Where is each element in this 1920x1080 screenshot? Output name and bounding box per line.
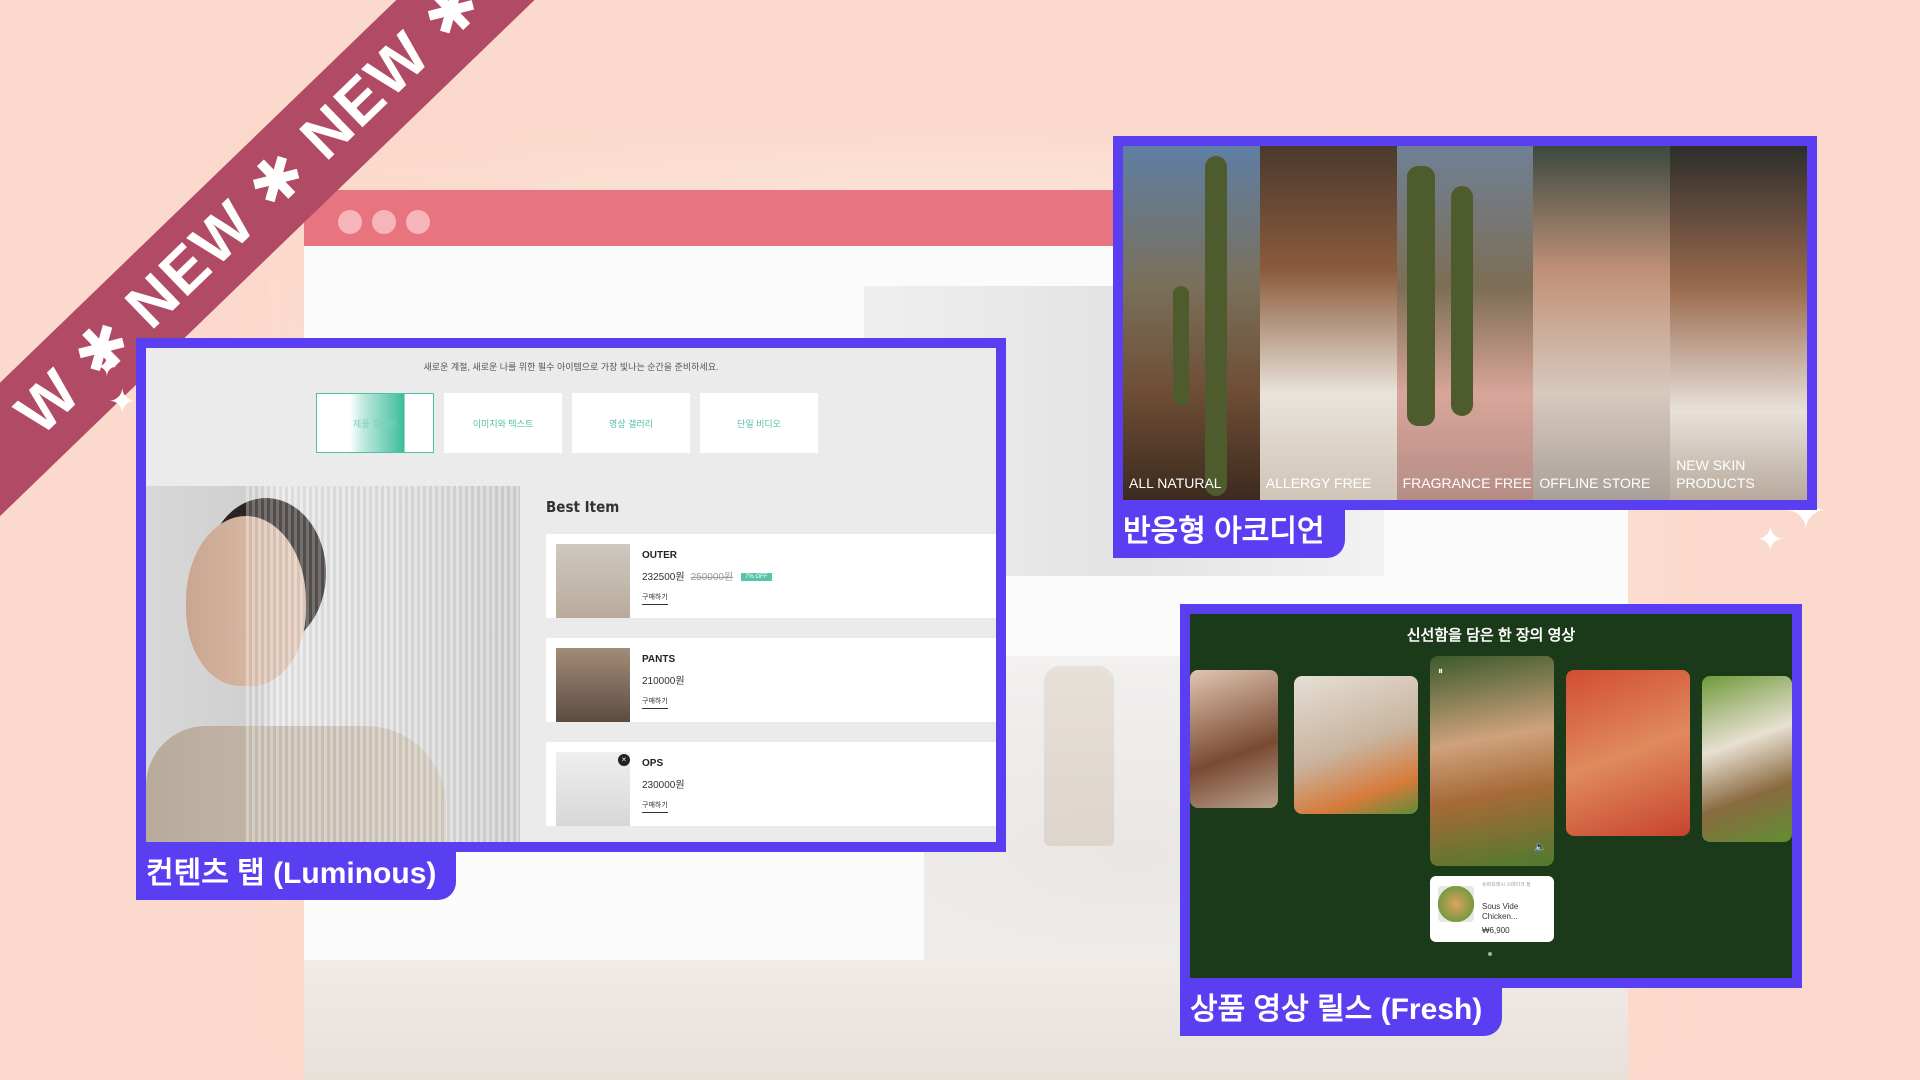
list-item[interactable]: PANTS 210000원 구매하기 xyxy=(546,638,996,722)
window-dot-maximize[interactable] xyxy=(406,210,430,234)
fresh-product-reels-panel: 신선함을 담은 한 장의 영상 ⏸ 🔈 슈퍼프레시 스테이크 정 Sous Vi… xyxy=(1180,604,1802,988)
accordion-caption: OFFLINE STORE xyxy=(1539,475,1651,491)
reel-video-active[interactable] xyxy=(1430,656,1554,866)
accordion-caption: ALLERGY FREE xyxy=(1265,475,1372,491)
product-thumbnail xyxy=(1438,886,1474,922)
window-dot-minimize[interactable] xyxy=(372,210,396,234)
product-price: 232500원 250000원 7% OFF xyxy=(642,568,772,583)
tab-video-gallery[interactable]: 영상 갤러리 xyxy=(572,393,690,453)
reel-product-card[interactable]: 슈퍼프레시 스테이크 정 Sous Vide Chicken... ₩6,900 xyxy=(1430,876,1554,942)
list-item[interactable]: × OPS 230000원 구매하기 xyxy=(546,742,996,826)
cactus-shape xyxy=(1450,186,1473,416)
cactus-shape xyxy=(1205,156,1227,496)
product-brand: 슈퍼프레시 스테이크 정 xyxy=(1482,882,1531,888)
luminous-content-tab-panel: 새로운 계절, 새로운 나를 위한 필수 아이템으로 가장 빛나는 순간을 준비… xyxy=(136,338,1006,852)
window-dot-close[interactable] xyxy=(338,210,362,234)
reel-video[interactable] xyxy=(1702,676,1792,842)
accordion-item-all-natural[interactable]: ALL NATURAL xyxy=(1123,146,1260,500)
luminous-model-photo xyxy=(146,486,520,842)
close-icon[interactable]: × xyxy=(618,754,630,766)
cactus-shape xyxy=(1406,166,1435,426)
background-bottle xyxy=(1044,666,1114,846)
discount-badge: 7% OFF xyxy=(741,573,772,582)
product-price: ₩6,900 xyxy=(1482,926,1510,935)
accordion-item-offline-store[interactable]: OFFLINE STORE xyxy=(1533,146,1671,500)
buy-button[interactable]: 구매하기 xyxy=(642,800,668,813)
product-name: OUTER xyxy=(642,550,677,561)
reel-video[interactable] xyxy=(1190,670,1278,808)
reeded-glass-overlay xyxy=(246,486,520,842)
sparkle-icon: ✦ xyxy=(108,383,137,421)
reel-video[interactable] xyxy=(1294,676,1418,814)
accordion-caption: FRAGRANCE FREE xyxy=(1402,475,1532,491)
accordion-caption: ALL NATURAL xyxy=(1129,475,1222,491)
product-name: PANTS xyxy=(642,654,676,665)
luminous-headline: 새로운 계절, 새로운 나를 위한 필수 아이템으로 가장 빛나는 순간을 준비… xyxy=(423,362,719,372)
accordion-item-allergy-free[interactable]: ALLERGY FREE xyxy=(1259,146,1397,500)
buy-button[interactable]: 구매하기 xyxy=(642,592,668,605)
best-item-title: Best Item xyxy=(546,498,620,516)
accordion-item-fragrance-free[interactable]: FRAGRANCE FREE xyxy=(1396,146,1534,500)
fresh-label: 상품 영상 릴스 (Fresh) xyxy=(1180,978,1503,1036)
cactus-shape xyxy=(1173,286,1189,406)
sparkle-icon: ✦ xyxy=(1756,521,1785,559)
luminous-label: 컨텐츠 탭 (Luminous) xyxy=(136,842,457,900)
luminous-tab-bar: 제품 컬렉션 이미지와 텍스트 영상 갤러리 단일 비디오 xyxy=(316,393,818,453)
product-thumbnail[interactable] xyxy=(556,648,630,722)
tab-product-collection[interactable]: 제품 컬렉션 xyxy=(316,393,434,453)
product-name: Sous Vide Chicken... xyxy=(1482,902,1519,921)
sparkle-icon: ✦ xyxy=(96,352,118,382)
accordion-caption: NEW SKIN PRODUCTS xyxy=(1676,457,1755,491)
reels-title: 신선함을 담은 한 장의 영상 xyxy=(1406,627,1576,644)
accordion-item-new-skin-products[interactable]: NEW SKIN PRODUCTS xyxy=(1670,146,1807,500)
pause-icon[interactable]: ⏸ xyxy=(1438,666,1443,677)
responsive-accordion-panel: ALL NATURAL ALLERGY FREE FRAGRANCE FREE … xyxy=(1113,136,1817,510)
original-price: 250000원 xyxy=(690,572,734,583)
product-price: 210000원 xyxy=(642,676,685,687)
tab-image-text[interactable]: 이미지와 텍스트 xyxy=(444,393,562,453)
sale-price: 232500원 xyxy=(642,572,685,583)
product-price: 230000원 xyxy=(642,780,685,791)
reel-video[interactable] xyxy=(1566,670,1690,836)
buy-button[interactable]: 구매하기 xyxy=(642,696,668,709)
product-name: OPS xyxy=(642,758,664,769)
list-item[interactable]: OUTER 232500원 250000원 7% OFF 구매하기 xyxy=(546,534,996,618)
product-thumbnail[interactable] xyxy=(556,544,630,618)
accordion-label: 반응형 아코디언 xyxy=(1113,500,1345,558)
mute-icon[interactable]: 🔈 xyxy=(1534,842,1546,853)
pagination-dot[interactable] xyxy=(1488,952,1492,956)
accordion-columns: ALL NATURAL ALLERGY FREE FRAGRANCE FREE … xyxy=(1123,146,1807,500)
tab-single-video[interactable]: 단일 비디오 xyxy=(700,393,818,453)
best-item-list: OUTER 232500원 250000원 7% OFF 구매하기 PANTS 21… xyxy=(546,534,996,842)
